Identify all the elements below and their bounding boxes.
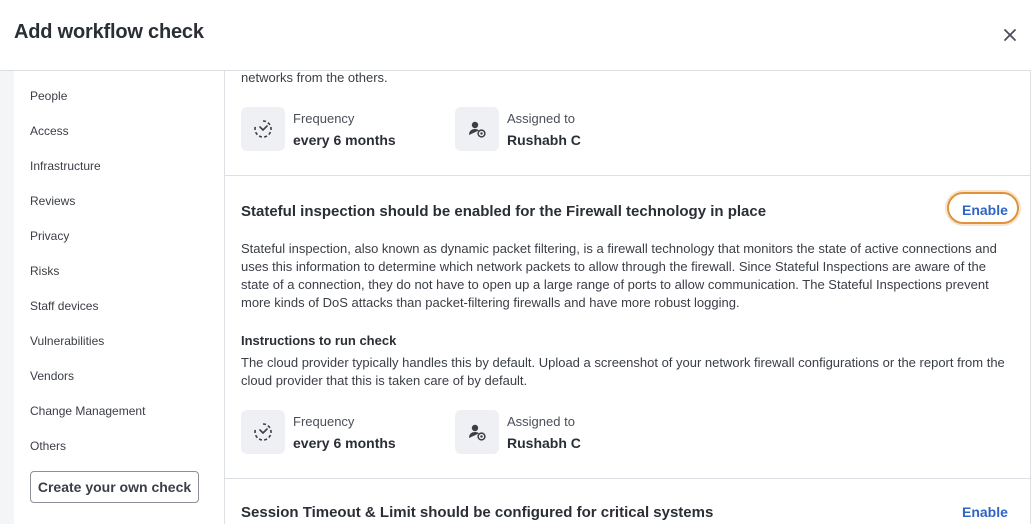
assigned-value: Rushabh C	[507, 435, 581, 451]
frequency-value: every 6 months	[293, 435, 396, 451]
check-card: Session Timeout & Limit should be config…	[225, 479, 1030, 524]
check-description: Stateful inspection, also known as dynam…	[241, 241, 997, 310]
enable-button[interactable]: Enable	[962, 504, 1008, 520]
sidebar-item-people[interactable]: People	[30, 89, 67, 103]
sidebar-item-others[interactable]: Others	[30, 439, 66, 453]
check-title: Stateful inspection should be enabled fo…	[241, 203, 767, 220]
sidebar-item-staff-devices[interactable]: Staff devices	[30, 299, 98, 313]
sidebar-item-infrastructure[interactable]: Infrastructure	[30, 159, 101, 173]
frequency-label: Frequency	[293, 111, 355, 126]
assigned-label: Assigned to	[507, 111, 575, 126]
instructions-heading: Instructions to run check	[241, 333, 397, 348]
instructions-text: The cloud provider typically handles thi…	[241, 355, 1005, 388]
sidebar-item-vulnerabilities[interactable]: Vulnerabilities	[30, 334, 104, 348]
check-card: networks from the others. Frequency ever…	[225, 71, 1030, 176]
check-title: Session Timeout & Limit should be config…	[241, 504, 714, 521]
check-card: Stateful inspection should be enabled fo…	[225, 176, 1030, 479]
check-description: networks from the others.	[241, 71, 388, 85]
frequency-icon	[241, 107, 285, 151]
create-own-check-button[interactable]: Create your own check	[30, 471, 199, 503]
sidebar-item-risks[interactable]: Risks	[30, 264, 59, 278]
sidebar-item-reviews[interactable]: Reviews	[30, 194, 75, 208]
sidebar-item-vendors[interactable]: Vendors	[30, 369, 74, 383]
assigned-value: Rushabh C	[507, 132, 581, 148]
checks-list: networks from the others. Frequency ever…	[225, 71, 1031, 524]
sidebar-item-change-management[interactable]: Change Management	[30, 404, 145, 418]
enable-button[interactable]: Enable	[962, 202, 1008, 218]
assigned-label: Assigned to	[507, 414, 575, 429]
modal-title: Add workflow check	[14, 21, 204, 43]
sidebar-item-access[interactable]: Access	[30, 124, 69, 138]
frequency-icon	[241, 410, 285, 454]
frequency-value: every 6 months	[293, 132, 396, 148]
category-sidebar: People Access Infrastructure Reviews Pri…	[14, 71, 225, 524]
close-icon[interactable]	[999, 24, 1021, 46]
sidebar-item-privacy[interactable]: Privacy	[30, 229, 69, 243]
frequency-label: Frequency	[293, 414, 355, 429]
user-at-icon	[455, 410, 499, 454]
user-at-icon	[455, 107, 499, 151]
modal-header: Add workflow check	[0, 0, 1031, 71]
content-area: People Access Infrastructure Reviews Pri…	[0, 71, 1031, 524]
